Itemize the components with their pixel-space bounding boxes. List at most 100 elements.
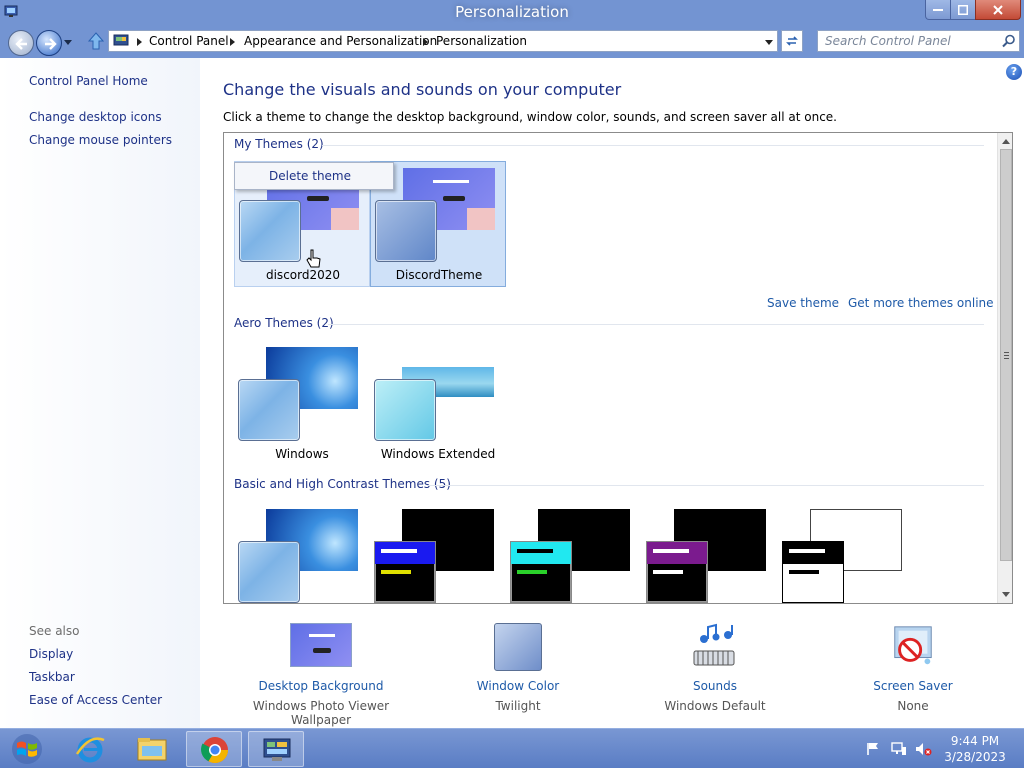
taskbar-internet-explorer[interactable] xyxy=(62,731,118,767)
group-divider xyxy=(428,485,984,486)
page-title: Change the visuals and sounds on your co… xyxy=(223,80,622,99)
change-mouse-pointers-link[interactable]: Change mouse pointers xyxy=(29,133,172,147)
left-navigation-pane: Control Panel Home Change desktop icons … xyxy=(0,58,200,728)
context-menu[interactable]: Delete theme xyxy=(234,162,394,190)
back-button[interactable] xyxy=(8,30,34,56)
scroll-thumb[interactable] xyxy=(1000,149,1012,561)
option-title[interactable]: Screen Saver xyxy=(813,679,1013,693)
theme-high-contrast-white[interactable] xyxy=(778,503,914,603)
search-placeholder: Search Control Panel xyxy=(825,34,951,48)
option-value: Windows Photo Viewer Wallpaper xyxy=(252,699,390,727)
breadcrumb-separator-icon xyxy=(230,38,235,46)
theme-high-contrast-1[interactable] xyxy=(370,503,506,603)
option-value: Windows Default xyxy=(664,699,766,713)
forward-button[interactable] xyxy=(36,30,62,56)
theme-name: Windows Extended xyxy=(380,447,496,461)
taskbar-link[interactable]: Taskbar xyxy=(29,670,75,684)
delete-theme-menu-item[interactable]: Delete theme xyxy=(269,169,351,183)
taskbar-chrome[interactable] xyxy=(186,731,242,767)
title-bar: Personalization xyxy=(0,0,1024,26)
breadcrumb-control-panel[interactable]: Control Panel xyxy=(149,34,229,48)
clock-time: 9:44 PM xyxy=(950,734,1000,748)
up-arrow-icon[interactable] xyxy=(88,32,104,50)
search-input[interactable]: Search Control Panel xyxy=(817,30,1020,52)
ease-of-access-link[interactable]: Ease of Access Center xyxy=(29,693,162,707)
group-divider xyxy=(322,145,984,146)
address-dropdown-icon[interactable] xyxy=(765,40,773,45)
preview-text-line xyxy=(381,570,411,574)
desktop-background-option[interactable]: Desktop Background Windows Photo Viewer … xyxy=(221,623,421,727)
preview-button xyxy=(307,196,329,201)
option-title[interactable]: Window Color xyxy=(418,679,618,693)
desktop-background-icon xyxy=(290,623,352,667)
action-center-flag-icon[interactable] xyxy=(866,742,880,756)
screen-saver-icon xyxy=(894,626,932,665)
theme-color-swatch xyxy=(374,541,436,603)
theme-color-swatch xyxy=(238,541,300,603)
close-button[interactable] xyxy=(975,0,1021,20)
basic-themes-group-label: Basic and High Contrast Themes (5) xyxy=(234,477,451,491)
option-title[interactable]: Desktop Background xyxy=(221,679,421,693)
option-value: Twilight xyxy=(495,699,541,713)
save-theme-link[interactable]: Save theme xyxy=(767,296,839,310)
group-divider xyxy=(328,324,984,325)
network-icon[interactable] xyxy=(891,742,907,756)
preview-text-line xyxy=(789,549,825,553)
internet-explorer-icon xyxy=(75,737,105,763)
sounds-icon xyxy=(693,623,735,666)
screen-saver-option[interactable]: Screen Saver None xyxy=(813,623,1013,713)
maximize-button[interactable] xyxy=(950,0,976,20)
address-bar[interactable]: Control Panel Appearance and Personaliza… xyxy=(108,30,778,52)
taskbar-file-explorer[interactable] xyxy=(124,731,180,767)
theme-windows[interactable]: Windows xyxy=(234,341,370,467)
search-icon[interactable] xyxy=(1002,34,1016,48)
scroll-grip-icon xyxy=(1004,352,1009,359)
preview-titlebar xyxy=(375,542,435,564)
theme-color-swatch xyxy=(239,200,301,262)
preview-button xyxy=(313,648,331,653)
preview-text-line xyxy=(309,634,335,637)
theme-high-contrast-3[interactable] xyxy=(642,503,778,603)
scroll-up-icon[interactable] xyxy=(1002,139,1010,144)
change-desktop-icons-link[interactable]: Change desktop icons xyxy=(29,110,162,124)
volume-muted-icon[interactable] xyxy=(915,742,933,756)
theme-windows-basic[interactable] xyxy=(234,503,370,603)
back-arrow-icon xyxy=(15,38,27,50)
minimize-button[interactable] xyxy=(925,0,951,20)
theme-color-swatch xyxy=(510,541,572,603)
page-description: Click a theme to change the desktop back… xyxy=(223,110,837,124)
preview-text-line xyxy=(381,549,417,553)
theme-color-swatch xyxy=(646,541,708,603)
breadcrumb-separator-icon xyxy=(423,38,428,46)
theme-name: discord2020 xyxy=(265,268,341,282)
window-color-option[interactable]: Window Color Twilight xyxy=(418,623,618,713)
start-button-windows-icon[interactable] xyxy=(4,732,50,766)
preview-text-line xyxy=(517,549,553,553)
theme-color-swatch xyxy=(238,379,300,441)
theme-high-contrast-2[interactable] xyxy=(506,503,642,603)
minimize-icon xyxy=(933,8,943,11)
get-more-themes-link[interactable]: Get more themes online xyxy=(848,296,994,310)
theme-windows-extended[interactable]: Windows Extended xyxy=(370,341,506,467)
option-title[interactable]: Sounds xyxy=(615,679,815,693)
taskbar-control-panel[interactable] xyxy=(248,731,304,767)
scroll-down-icon[interactable] xyxy=(1002,592,1010,597)
control-panel-home-link[interactable]: Control Panel Home xyxy=(29,74,148,88)
forward-arrow-icon xyxy=(45,38,57,50)
refresh-icon xyxy=(786,36,798,46)
sounds-option[interactable]: Sounds Windows Default xyxy=(615,623,815,713)
theme-name: DiscordTheme xyxy=(395,268,483,282)
refresh-button[interactable] xyxy=(781,30,803,52)
preview-text-line xyxy=(653,570,683,574)
taskbar-clock[interactable]: 9:44 PM 3/28/2023 xyxy=(940,733,1010,765)
themes-scrollbar[interactable] xyxy=(997,133,1012,603)
preview-illustration xyxy=(467,208,495,230)
option-value: None xyxy=(897,699,929,713)
theme-color-swatch xyxy=(782,541,844,603)
display-link[interactable]: Display xyxy=(29,647,73,661)
breadcrumb-separator-icon xyxy=(137,38,142,46)
breadcrumb-appearance[interactable]: Appearance and Personalization xyxy=(244,34,437,48)
help-icon[interactable]: ? xyxy=(1006,64,1022,80)
recent-pages-dropdown-icon[interactable] xyxy=(64,40,72,45)
breadcrumb-personalization[interactable]: Personalization xyxy=(436,34,527,48)
